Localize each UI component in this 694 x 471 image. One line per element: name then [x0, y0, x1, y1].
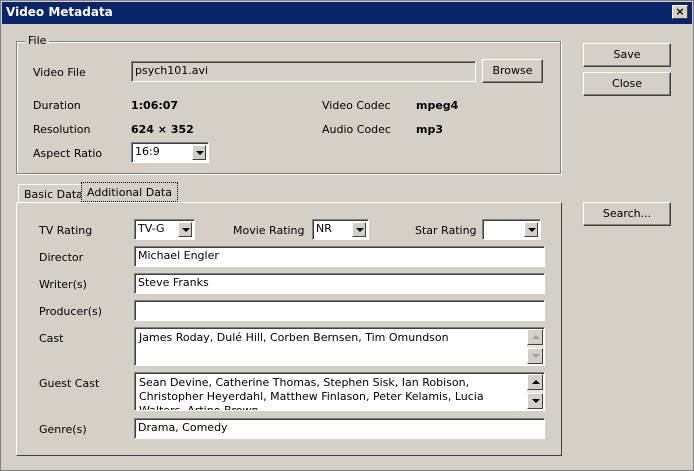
writers-field[interactable]: Steve Franks [134, 273, 545, 294]
video-codec-value: mpeg4 [416, 99, 459, 112]
tv-rating-label: TV Rating [39, 224, 93, 237]
duration-label: Duration [33, 99, 81, 112]
tab-additional-data[interactable]: Additional Data [81, 182, 178, 202]
cast-field[interactable]: James Roday, Dulé Hill, Corben Bernsen, … [134, 327, 545, 366]
video-file-field[interactable]: psych101.avi [131, 61, 476, 82]
cast-scrollbar[interactable] [527, 329, 543, 364]
producers-label: Producer(s) [39, 305, 103, 318]
title-bar[interactable]: Video Metadata × [2, 2, 692, 24]
scroll-down-icon[interactable] [527, 393, 543, 409]
tv-rating-value: TV-G [138, 222, 165, 235]
chevron-down-icon[interactable] [178, 222, 192, 237]
scroll-up-icon[interactable] [527, 329, 543, 345]
scroll-down-icon[interactable] [527, 348, 543, 364]
genres-field[interactable]: Drama, Comedy [134, 418, 545, 439]
movie-rating-value: NR [316, 222, 332, 235]
chevron-down-icon[interactable] [192, 145, 206, 160]
audio-codec-label: Audio Codec [322, 123, 391, 136]
aspect-ratio-value: 16:9 [135, 145, 160, 158]
tab-basic-data[interactable]: Basic Data [18, 184, 89, 204]
audio-codec-value: mp3 [416, 123, 443, 136]
save-button[interactable]: Save [583, 43, 671, 67]
file-groupbox: File Video File psych101.avi Browse Dura… [16, 34, 561, 174]
cast-text: James Roday, Dulé Hill, Corben Bernsen, … [139, 331, 449, 344]
file-group-legend: File [25, 34, 50, 47]
aspect-ratio-label: Aspect Ratio [33, 147, 103, 160]
video-codec-label: Video Codec [322, 99, 391, 112]
close-window-button[interactable]: × [672, 5, 688, 19]
star-rating-select[interactable] [482, 219, 541, 240]
genres-label: Genre(s) [39, 423, 87, 436]
guest-cast-field[interactable]: Sean Devine, Catherine Thomas, Stephen S… [134, 372, 545, 411]
duration-value: 1:06:07 [131, 99, 179, 112]
resolution-label: Resolution [33, 123, 91, 136]
resolution-value: 624 × 352 [131, 123, 194, 136]
guest-cast-text: Sean Devine, Catherine Thomas, Stephen S… [139, 376, 484, 411]
tv-rating-select[interactable]: TV-G [134, 219, 195, 240]
guest-cast-scrollbar[interactable] [527, 374, 543, 409]
cast-label: Cast [39, 332, 64, 345]
producers-field[interactable] [134, 300, 545, 321]
director-field[interactable]: Michael Engler [134, 246, 545, 267]
writers-label: Writer(s) [39, 278, 87, 291]
aspect-ratio-select[interactable]: 16:9 [131, 142, 209, 163]
additional-data-panel: TV Rating TV-G Movie Rating NR Star Rati… [16, 202, 562, 456]
scroll-up-icon[interactable] [527, 374, 543, 390]
movie-rating-select[interactable]: NR [312, 219, 369, 240]
director-label: Director [39, 251, 84, 264]
browse-button[interactable]: Browse [482, 59, 543, 83]
movie-rating-label: Movie Rating [233, 224, 305, 237]
close-button[interactable]: Close [583, 72, 671, 96]
guest-cast-label: Guest Cast [39, 377, 100, 390]
star-rating-label: Star Rating [415, 224, 477, 237]
video-metadata-window: Video Metadata × File Video File psych10… [0, 0, 694, 471]
search-button[interactable]: Search... [583, 202, 671, 226]
video-file-label: Video File [33, 66, 86, 79]
window-title: Video Metadata [6, 5, 113, 19]
chevron-down-icon[interactable] [352, 222, 366, 237]
chevron-down-icon[interactable] [524, 222, 538, 237]
